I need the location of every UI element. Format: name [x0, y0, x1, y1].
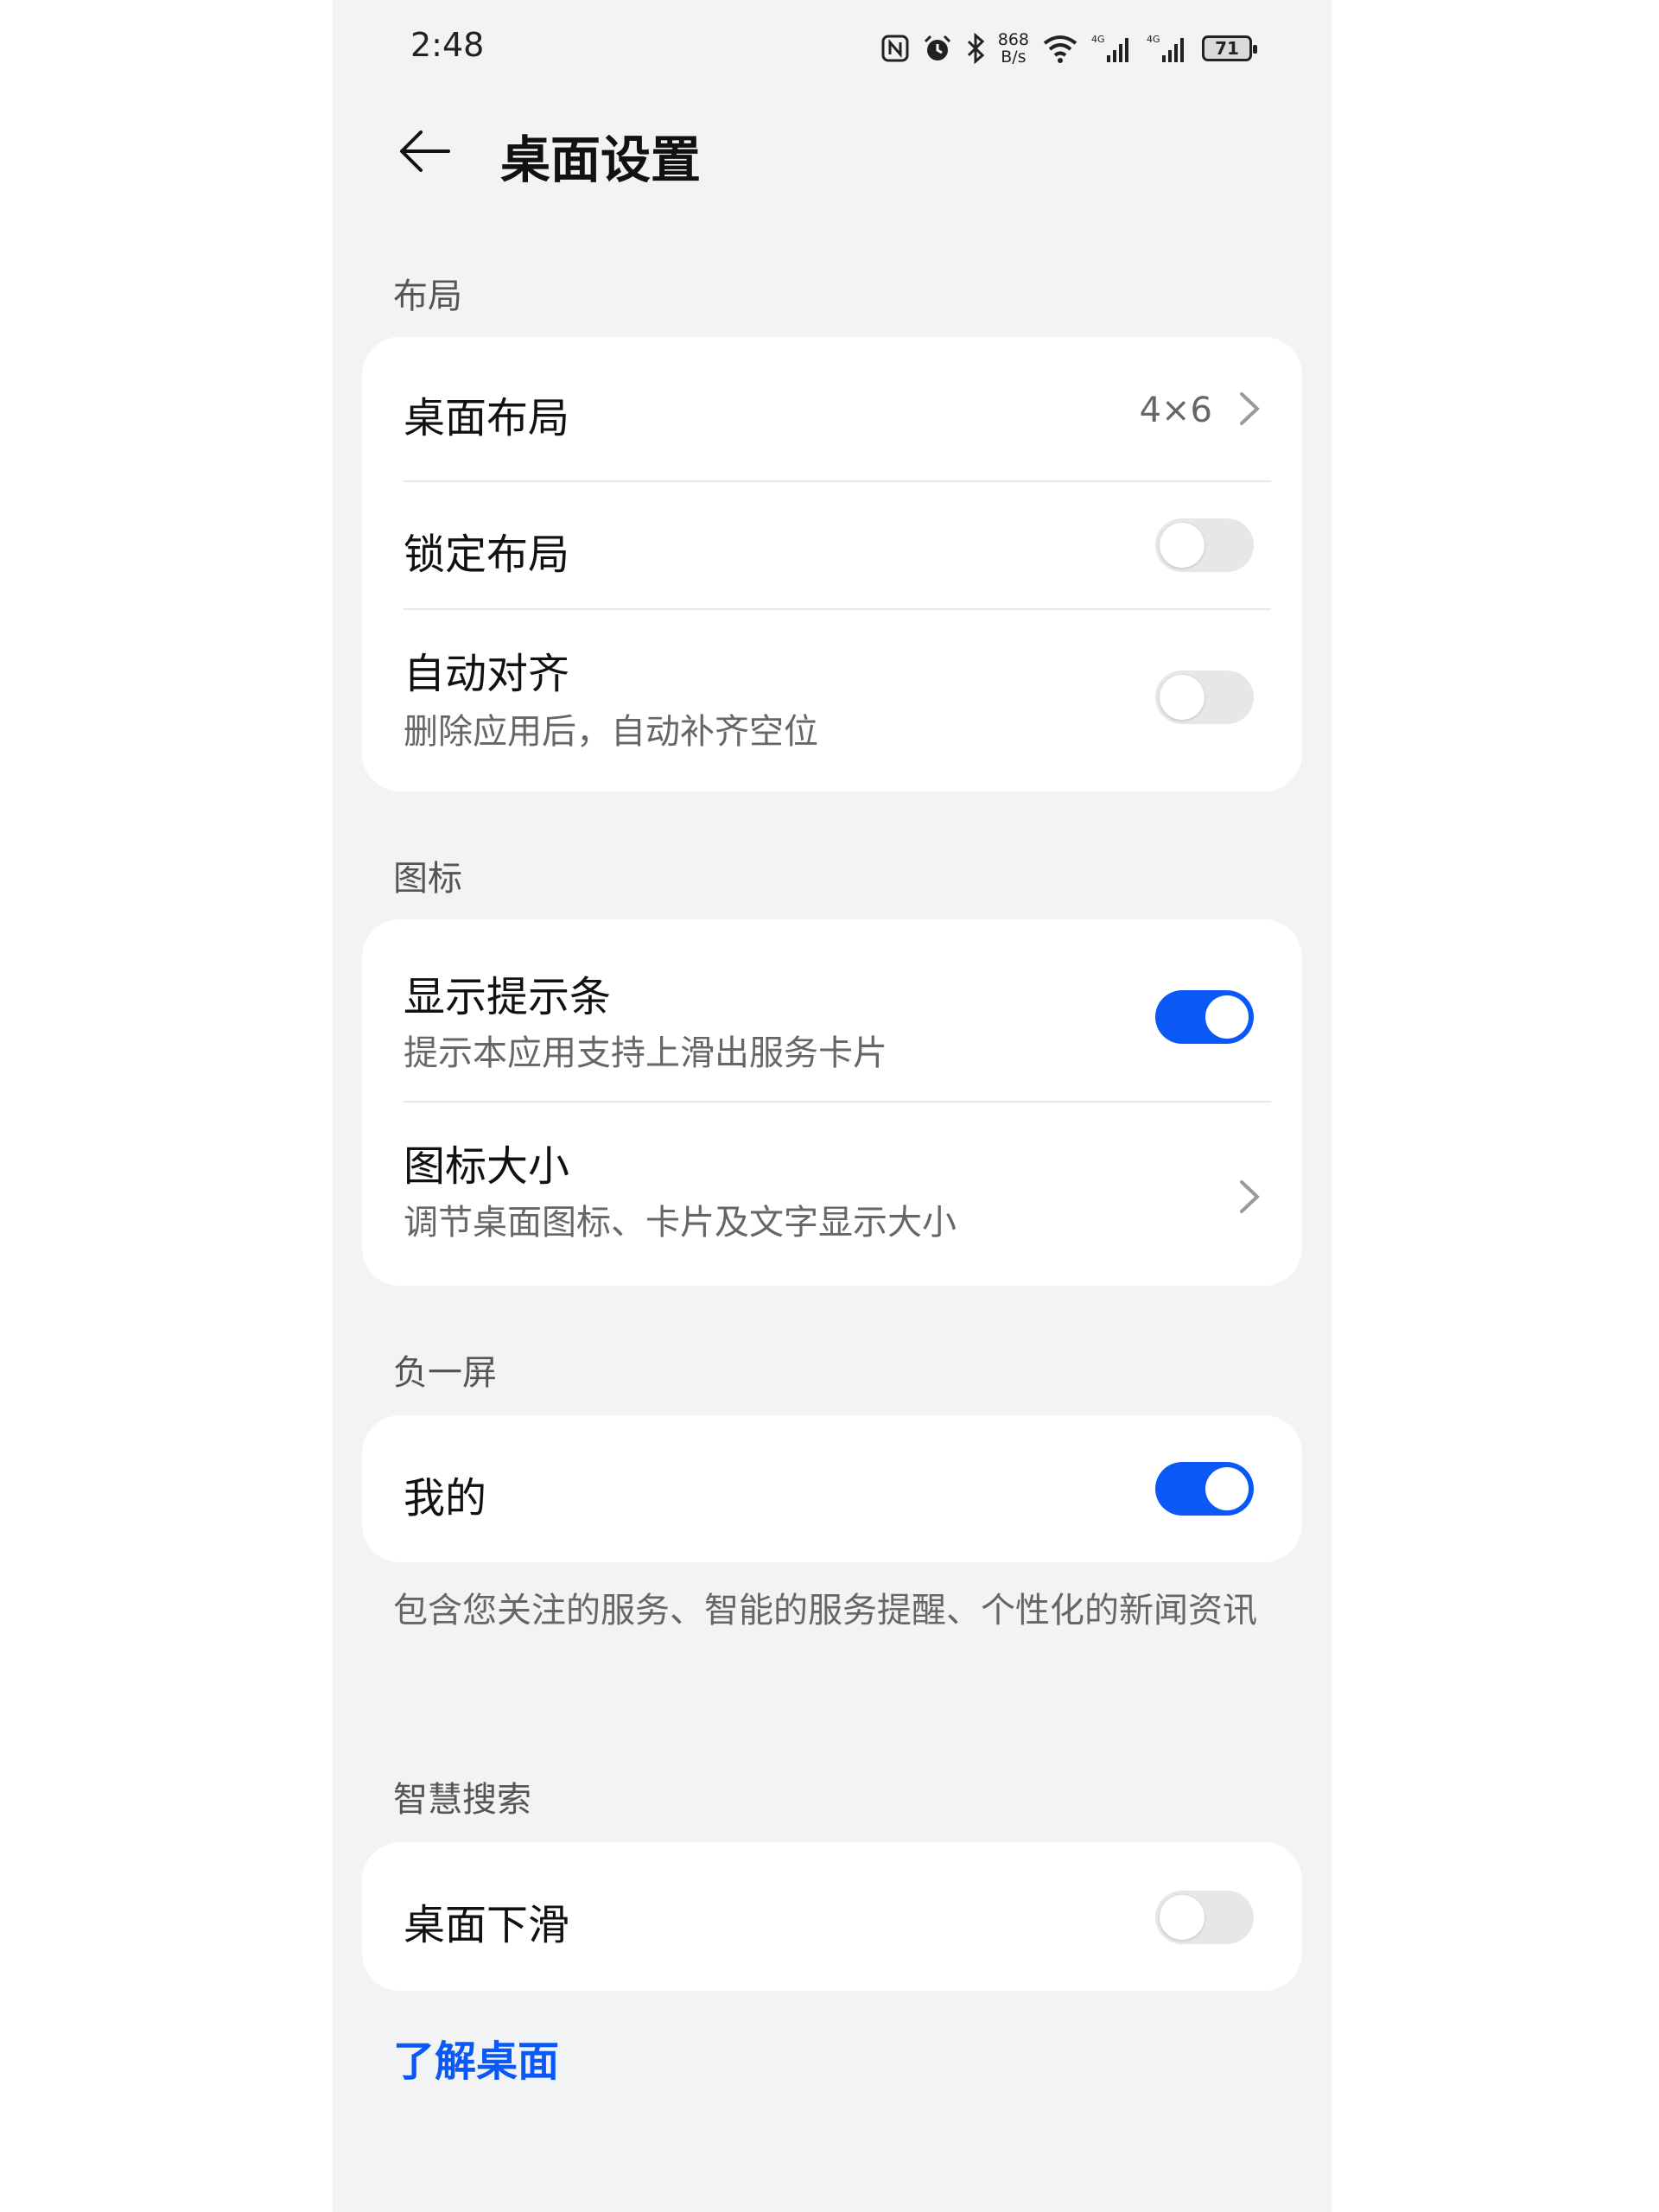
show-hint-bar-subtitle: 提示本应用支持上滑出服务卡片	[404, 1033, 887, 1073]
wifi-icon	[1041, 33, 1079, 64]
lock-layout-toggle[interactable]	[1155, 518, 1254, 572]
section-label-smart-search: 智慧搜索	[393, 1780, 531, 1820]
page-title: 桌面设置	[500, 130, 702, 189]
net-speed-value: 868	[997, 30, 1029, 49]
desktop-swipe-down-title: 桌面下滑	[404, 1901, 570, 1949]
desktop-layout-row[interactable]: 桌面布局 4×6	[362, 337, 1302, 480]
alarm-icon	[922, 33, 953, 64]
auto-align-title: 自动对齐	[404, 650, 570, 698]
nfc-icon	[880, 34, 910, 63]
settings-screen: 2:48 868 B/s 4G 4G 71 桌面设置 布局 桌面布局 4×6 锁…	[333, 0, 1332, 2212]
smart-search-card: 桌面下滑	[362, 1842, 1302, 1991]
toggle-knob	[1160, 523, 1205, 568]
learn-desktop-link[interactable]: 了解桌面	[393, 2027, 559, 2088]
signal-icon-2: 4G	[1147, 33, 1190, 64]
desktop-swipe-down-row[interactable]: 桌面下滑	[362, 1842, 1302, 1991]
net-type-1: 4G	[1091, 34, 1105, 45]
section-label-icons: 图标	[393, 859, 462, 899]
section-label-layout: 布局	[393, 276, 462, 316]
minus-one-screen-card: 我的	[362, 1415, 1302, 1562]
icon-size-subtitle: 调节桌面图标、卡片及文字显示大小	[404, 1203, 957, 1243]
lock-layout-title: 锁定布局	[404, 531, 570, 579]
toggle-knob	[1160, 675, 1205, 720]
status-time: 2:48	[410, 26, 485, 64]
bluetooth-icon	[965, 33, 986, 64]
network-speed: 868 B/s	[998, 31, 1029, 66]
mine-toggle[interactable]	[1155, 1462, 1254, 1516]
toggle-knob	[1160, 1895, 1205, 1940]
auto-align-toggle[interactable]	[1155, 671, 1254, 724]
desktop-layout-value: 4×6	[1139, 391, 1212, 430]
toggle-knob	[1205, 1467, 1249, 1510]
show-hint-bar-title: 显示提示条	[404, 973, 612, 1021]
auto-align-subtitle: 删除应用后，自动补齐空位	[404, 712, 818, 752]
lock-layout-row[interactable]: 锁定布局	[362, 482, 1302, 608]
mine-row[interactable]: 我的	[362, 1415, 1302, 1562]
net-type-2: 4G	[1147, 34, 1160, 45]
status-icons: 868 B/s 4G 4G 71	[880, 26, 1257, 71]
icon-size-title: 图标大小	[404, 1142, 570, 1191]
net-speed-unit: B/s	[1001, 48, 1027, 67]
icons-card: 显示提示条 提示本应用支持上滑出服务卡片 图标大小 调节桌面图标、卡片及文字显示…	[362, 919, 1302, 1286]
section-label-minus-one-screen: 负一屏	[393, 1353, 497, 1393]
toggle-knob	[1205, 995, 1249, 1039]
desktop-swipe-down-toggle[interactable]	[1155, 1891, 1254, 1944]
battery-level: 71	[1215, 38, 1239, 59]
show-hint-bar-toggle[interactable]	[1155, 990, 1254, 1044]
minus-one-screen-footnote: 包含您关注的服务、智能的服务提醒、个性化的新闻资讯	[393, 1591, 1257, 1630]
battery-icon: 71	[1202, 35, 1257, 61]
desktop-layout-title: 桌面布局	[404, 394, 570, 442]
layout-card: 桌面布局 4×6 锁定布局 自动对齐 删除应用后，自动补齐空位	[362, 337, 1302, 791]
signal-icon-1: 4G	[1091, 33, 1135, 64]
mine-title: 我的	[404, 1474, 487, 1522]
auto-align-row[interactable]: 自动对齐 删除应用后，自动补齐空位	[362, 610, 1302, 791]
chevron-right-icon	[1240, 392, 1260, 425]
chevron-right-icon	[1240, 1180, 1260, 1213]
back-arrow-icon	[400, 130, 450, 172]
show-hint-bar-row[interactable]: 显示提示条 提示本应用支持上滑出服务卡片	[362, 919, 1302, 1101]
back-button[interactable]	[393, 121, 454, 181]
icon-size-row[interactable]: 图标大小 调节桌面图标、卡片及文字显示大小	[362, 1103, 1302, 1286]
